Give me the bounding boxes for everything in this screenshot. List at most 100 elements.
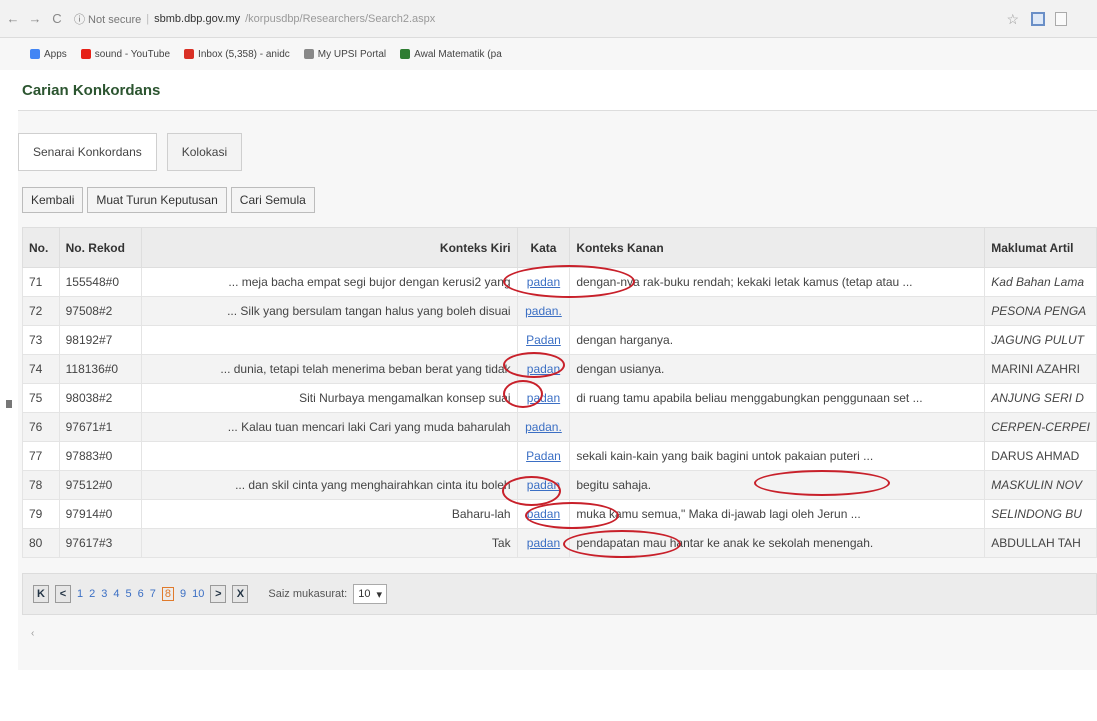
forward-icon[interactable]: → [26, 11, 44, 26]
back-icon[interactable]: ← [4, 11, 22, 26]
annotation-circle [525, 502, 619, 529]
tab-senarai-konkordans[interactable]: Senarai Konkordans [18, 133, 157, 171]
cell-rekod: 98038#2 [58, 383, 143, 413]
tab-kolokasi[interactable]: Kolokasi [166, 133, 243, 171]
download-results-button[interactable]: Muat Turun Keputusan [87, 187, 227, 213]
tab-bar: Senarai Konkordans Kolokasi [18, 133, 243, 171]
back-button[interactable]: Kembali [22, 187, 84, 213]
header-kata[interactable]: Kata [516, 227, 571, 268]
reload-icon[interactable]: C [48, 11, 66, 26]
table-header-row: No. No. Rekod Konteks Kiri Kata Konteks … [22, 227, 1097, 268]
bookmark-item[interactable]: Awal Matematik (pa [400, 49, 502, 60]
table-row[interactable]: 75 98038#2 Siti Nurbaya mengamalkan konsep… [22, 383, 1097, 413]
kata-link[interactable]: padan. [525, 304, 562, 318]
page-number-link[interactable]: 5 [126, 588, 132, 600]
header-konteks-kanan[interactable]: Konteks Kanan [569, 227, 986, 268]
cell-konteks-kiri: ... dunia, tetapi telah menerima beban b… [141, 354, 518, 384]
bookmark-item[interactable]: My UPSI Portal [303, 49, 386, 60]
scroll-left-icon[interactable]: ‹ [31, 628, 34, 639]
annotation-circle [503, 380, 543, 408]
cell-rekod: 97671#1 [58, 412, 143, 442]
chevron-down-icon: ▾ [376, 588, 383, 601]
page-numbers: 1 2 3 4 5 6 7 8 9 10 [77, 587, 204, 601]
page-size-label: Saiz mukasurat: [268, 588, 348, 600]
bookmark-star-icon[interactable]: ☆ [1006, 11, 1019, 28]
extension-page-icon[interactable] [1055, 12, 1067, 26]
url-path: /korpusdbp/Researchers/Search2.aspx [245, 12, 436, 25]
annotation-circle [754, 470, 890, 496]
bookmark-label: sound - YouTube [94, 48, 171, 60]
table-row[interactable]: 76 97671#1... Kalau tuan mencari laki Car… [22, 412, 1097, 442]
bookmarks-bar: Apps sound - YouTube Inbox (5,358) - anidc… [0, 38, 1097, 70]
cell-maklumat: ANJUNG SERI D [984, 383, 1097, 413]
cell-maklumat: DARUS AHMAD [984, 441, 1097, 471]
url-field[interactable]: ⓘ Not secure | sbmb.dbp.gov.my/korpusdbp… [74, 11, 435, 27]
bookmark-icon [400, 49, 411, 59]
bookmark-item[interactable]: sound - YouTube [80, 48, 171, 60]
cell-no: 76 [22, 412, 60, 442]
page-number-link[interactable]: 2 [89, 588, 95, 600]
cell-rekod: 97914#0 [58, 499, 143, 529]
header-maklumat[interactable]: Maklumat Artil [984, 227, 1097, 268]
cell-no: 72 [22, 296, 60, 326]
kata-link[interactable]: Padan [526, 333, 561, 347]
bookmark-icon [184, 49, 195, 59]
page-number-link[interactable]: 4 [113, 588, 119, 600]
cell-konteks-kanan: muka kamu semua," Maka di-jawab lagi ole… [569, 499, 986, 529]
cell-konteks-kiri: Baharu-lah [141, 499, 518, 529]
cell-konteks-kanan: dengan harganya. [569, 325, 986, 355]
cell-maklumat: Kad Bahan Lama [984, 267, 1097, 297]
kata-link[interactable]: padan [527, 536, 560, 550]
cell-konteks-kanan [569, 412, 986, 442]
page-number-link[interactable]: 9 [180, 588, 186, 600]
cell-kata: padan. [516, 296, 571, 326]
cell-kata: padan. [516, 412, 571, 442]
prev-page-button[interactable]: < [55, 585, 71, 603]
bookmark-label: Awal Matematik (pa [414, 48, 502, 60]
header-no[interactable]: No. [22, 227, 60, 268]
annotation-circle [503, 352, 565, 378]
cell-konteks-kiri [141, 441, 518, 471]
cell-no: 75 [22, 383, 60, 413]
cell-rekod: 97508#2 [58, 296, 143, 326]
header-konteks-kiri[interactable]: Konteks Kiri [141, 227, 518, 268]
bookmark-item[interactable]: Inbox (5,358) - anidc [184, 49, 290, 60]
cell-konteks-kanan: di ruang tamu apabila beliau menggabungk… [569, 383, 986, 413]
page-number-link[interactable]: 8 [161, 587, 174, 601]
last-page-button[interactable]: X [232, 585, 249, 603]
kata-link[interactable]: Padan [526, 449, 561, 463]
table-row[interactable]: 72 97508#2... Silk yang bersulam tangan h… [22, 296, 1097, 326]
pagination-bar: K < 1 2 3 4 5 6 7 8 9 10 > X Saiz mukasurat: 10 ▾ [22, 573, 1097, 615]
extension-icon[interactable] [1031, 12, 1045, 26]
kata-link[interactable]: padan. [525, 420, 562, 434]
bookmark-icon [30, 49, 40, 59]
cell-no: 80 [22, 528, 60, 558]
page-number-link[interactable]: 10 [192, 588, 204, 600]
cell-no: 71 [22, 267, 60, 297]
search-again-button[interactable]: Cari Semula [230, 187, 315, 213]
cell-rekod: 98192#7 [58, 325, 143, 355]
cell-no: 78 [22, 470, 60, 500]
bookmark-label: Inbox (5,358) - anidc [198, 48, 290, 60]
cell-konteks-kiri: ... Silk yang bersulam tangan halus yang… [141, 296, 518, 326]
page-number-link[interactable]: 7 [150, 588, 156, 600]
table-row[interactable]: 77 97883#0 Padan sekali kain-kain yang baik… [22, 441, 1097, 471]
page-title: Carian Konkordans [22, 82, 161, 99]
first-page-button[interactable]: K [33, 585, 49, 603]
page-number-link[interactable]: 6 [138, 588, 144, 600]
cell-konteks-kiri: Tak [141, 528, 518, 558]
page-size-select[interactable]: 10 ▾ [353, 584, 388, 604]
next-page-button[interactable]: > [210, 585, 227, 603]
page-number-link[interactable]: 1 [77, 588, 83, 600]
page-number-link[interactable]: 3 [101, 588, 107, 600]
cell-konteks-kiri: ... dan skil cinta yang menghairahkan ci… [141, 470, 518, 500]
cell-kata: Padan [516, 441, 571, 471]
annotation-circle [563, 530, 681, 558]
cell-rekod: 97883#0 [58, 441, 143, 471]
cell-kata: Padan [516, 325, 571, 355]
bookmark-item[interactable]: Apps [30, 49, 67, 60]
annotation-circle [503, 265, 635, 298]
table-row[interactable]: 80 97617#3 Tak padan pendapatan mau hantar k… [22, 528, 1097, 558]
header-rekod[interactable]: No. Rekod [58, 227, 143, 268]
table-row[interactable]: 73 98192#7 Padan dengan harganya. JAGUNG PUL… [22, 325, 1097, 355]
